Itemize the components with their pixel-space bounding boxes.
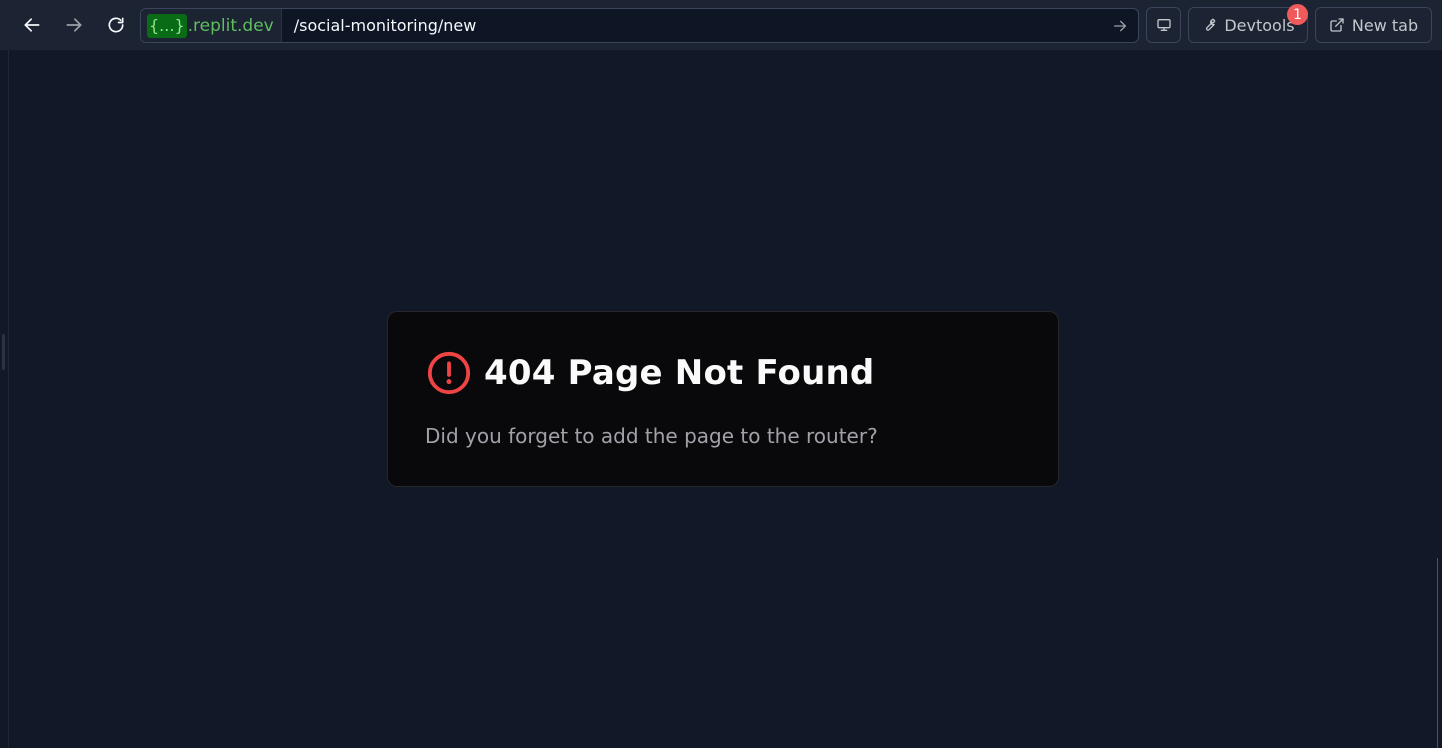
arrow-right-icon <box>1114 20 1126 31</box>
url-domain-text: .replit.dev <box>187 15 274 36</box>
arrow-right-icon <box>66 17 82 32</box>
devtools-label: Devtools <box>1224 15 1295 35</box>
navigation-controls <box>14 7 134 43</box>
arrow-left-icon <box>24 17 40 32</box>
resize-handle[interactable] <box>2 334 5 370</box>
alert-circle-icon <box>426 350 472 396</box>
url-bar[interactable]: {...} .replit.dev /social-monitoring/new <box>140 8 1139 43</box>
external-link-icon <box>1330 18 1344 32</box>
browser-toolbar: {...} .replit.dev /social-monitoring/new… <box>0 0 1442 50</box>
error-message: Did you forget to add the page to the ro… <box>425 424 878 448</box>
url-path[interactable]: /social-monitoring/new <box>282 16 1102 35</box>
screen-size-button[interactable] <box>1146 7 1181 43</box>
card-header: 404 Page Not Found <box>426 350 874 396</box>
go-button[interactable] <box>1102 18 1138 34</box>
devtools-notification-badge: 1 <box>1287 4 1308 25</box>
not-found-card: 404 Page Not Found Did you forget to add… <box>387 311 1059 487</box>
wrench-icon <box>1206 18 1216 31</box>
page-title: 404 Page Not Found <box>484 353 875 393</box>
monitor-icon <box>1156 18 1171 31</box>
back-button[interactable] <box>14 7 50 43</box>
new-tab-button[interactable]: New tab <box>1315 7 1432 43</box>
forward-button[interactable] <box>56 7 92 43</box>
url-domain-badge: {...} <box>147 13 187 38</box>
reload-button[interactable] <box>98 7 134 43</box>
new-tab-label: New tab <box>1351 15 1419 35</box>
url-domain[interactable]: {...} .replit.dev <box>141 9 282 42</box>
scrollbar-track <box>1437 558 1438 748</box>
reload-icon <box>108 17 124 32</box>
